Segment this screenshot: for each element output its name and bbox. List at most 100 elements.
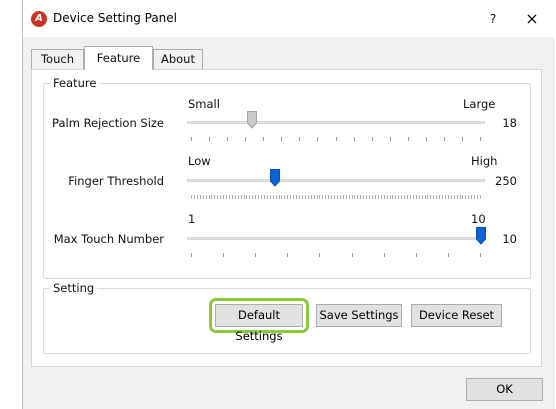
slider-tick	[269, 195, 271, 199]
slider-tick	[299, 137, 301, 141]
finger-threshold-track[interactable]	[187, 179, 485, 182]
app-logo-icon: A	[31, 11, 47, 27]
slider-tick	[339, 195, 341, 199]
palm-rejection-label: Palm Rejection Size	[52, 116, 164, 130]
slider-tick	[389, 195, 391, 199]
slider-tick	[348, 195, 350, 199]
slider-tick	[456, 195, 458, 199]
slider-tick	[287, 253, 289, 257]
slider-tick	[354, 195, 356, 199]
slider-tick	[245, 137, 247, 141]
ok-button[interactable]: OK	[466, 378, 543, 401]
tab-touch[interactable]: Touch	[31, 49, 84, 69]
slider-tick	[425, 137, 427, 141]
save-settings-button[interactable]: Save Settings	[316, 304, 402, 327]
slider-tick	[231, 195, 233, 199]
slider-tick	[377, 195, 379, 199]
slider-tick	[363, 195, 365, 199]
slider-tick	[383, 253, 385, 257]
slider-tick	[427, 195, 429, 199]
slider-tick	[453, 195, 455, 199]
slider-tick	[304, 195, 306, 199]
slider-tick	[220, 195, 222, 199]
finger-min-label: Low	[188, 154, 211, 168]
close-button[interactable]: ×	[520, 7, 544, 31]
slider-tick	[404, 195, 406, 199]
slider-tick	[246, 195, 248, 199]
slider-tick	[471, 195, 473, 199]
max-touch-number-label: Max Touch Number	[53, 232, 164, 246]
slider-tick	[360, 195, 362, 199]
slider-tick	[263, 195, 265, 199]
slider-tick	[252, 195, 254, 199]
slider-tick	[290, 195, 292, 199]
touch-min-label: 1	[188, 212, 196, 226]
tab-feature[interactable]: Feature	[84, 46, 153, 70]
slider-tick	[392, 195, 394, 199]
slider-tick	[266, 195, 268, 199]
slider-tick	[374, 195, 376, 199]
slider-tick	[278, 195, 280, 199]
slider-tick	[272, 195, 274, 199]
help-button[interactable]: ?	[483, 9, 503, 29]
slider-tick	[191, 137, 192, 141]
slider-tick	[255, 195, 257, 199]
slider-tick	[395, 195, 397, 199]
palm-max-label: Large	[463, 97, 496, 111]
slider-tick	[462, 195, 464, 199]
slider-tick	[284, 195, 286, 199]
slider-tick	[433, 195, 435, 199]
slider-tick	[263, 137, 265, 141]
slider-tick	[191, 195, 192, 199]
slider-tick	[442, 195, 444, 199]
device-reset-button[interactable]: Device Reset	[411, 304, 502, 327]
slider-tick	[313, 195, 315, 199]
title-bar: A Device Setting Panel ? ×	[23, 0, 555, 37]
default-settings-button[interactable]: Default Settings	[215, 304, 303, 343]
max-touch-number-value: 10	[502, 232, 517, 246]
slider-tick	[243, 195, 245, 199]
finger-threshold-ticks	[191, 195, 481, 200]
slider-tick	[421, 195, 423, 199]
slider-tick	[331, 195, 333, 199]
finger-threshold-slider-thumb[interactable]	[270, 169, 281, 187]
slider-tick	[468, 195, 470, 199]
slider-tick	[335, 137, 337, 141]
slider-tick	[275, 195, 277, 199]
slider-tick	[415, 253, 417, 257]
slider-tick	[336, 195, 338, 199]
slider-tick	[258, 195, 260, 199]
slider-tick	[217, 195, 219, 199]
slider-tick	[237, 195, 239, 199]
tab-about[interactable]: About	[153, 49, 203, 69]
slider-tick	[261, 195, 263, 199]
slider-tick	[353, 137, 355, 141]
slider-tick	[319, 253, 321, 257]
default-settings-highlight: Default Settings	[209, 298, 309, 343]
palm-rejection-slider-thumb[interactable]	[246, 111, 257, 129]
palm-rejection-ticks	[191, 137, 481, 142]
slider-tick	[196, 195, 198, 199]
slider-tick	[351, 253, 353, 257]
slider-tick	[357, 195, 359, 199]
slider-tick	[480, 195, 481, 199]
slider-tick	[369, 195, 371, 199]
max-touch-number-slider-thumb[interactable]	[476, 227, 486, 245]
slider-tick	[214, 195, 216, 199]
slider-tick	[287, 195, 289, 199]
slider-tick	[443, 137, 445, 141]
slider-tick	[205, 195, 207, 199]
palm-rejection-track[interactable]	[187, 121, 485, 124]
slider-tick	[301, 195, 303, 199]
feature-group-title: Feature	[50, 75, 100, 91]
slider-tick	[249, 195, 251, 199]
slider-tick	[383, 195, 385, 199]
slider-tick	[398, 195, 400, 199]
slider-tick	[325, 195, 327, 199]
slider-tick	[371, 137, 373, 141]
slider-tick	[328, 195, 330, 199]
slider-tick	[191, 253, 192, 257]
max-touch-number-track[interactable]	[187, 237, 485, 240]
slider-tick	[371, 195, 373, 199]
slider-tick	[480, 137, 481, 141]
